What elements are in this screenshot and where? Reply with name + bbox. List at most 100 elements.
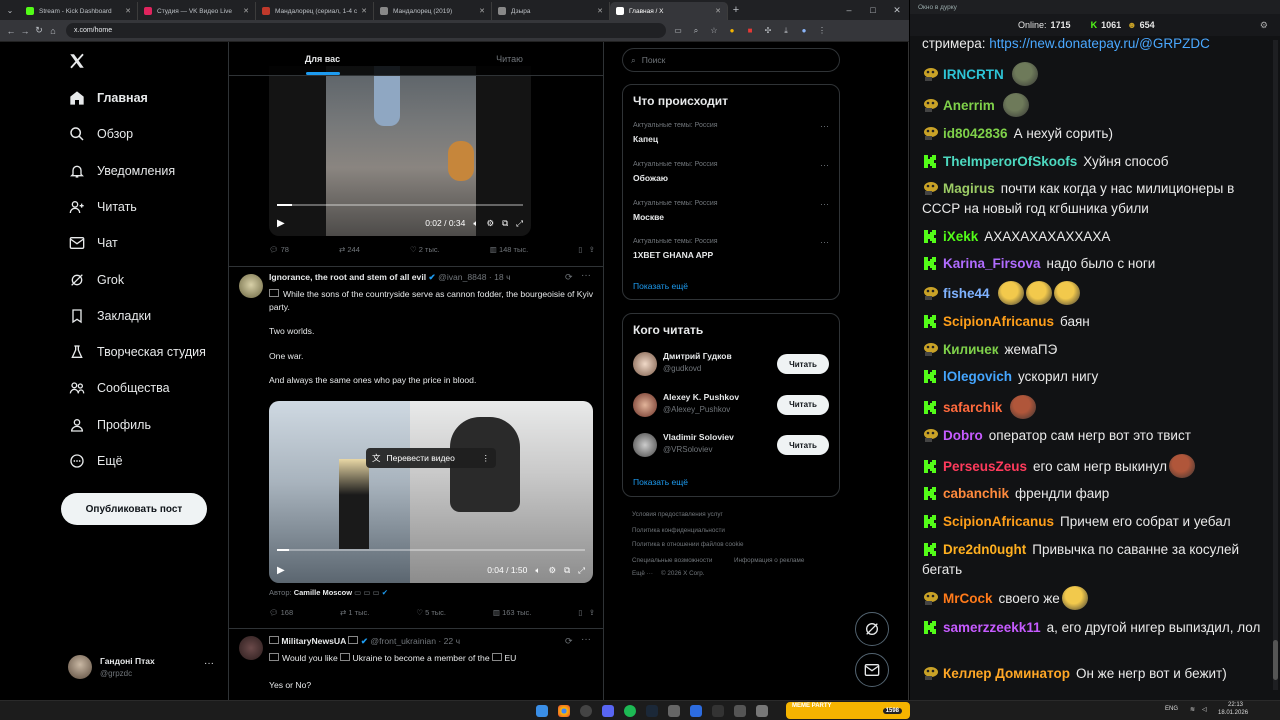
minimize-button[interactable]: –	[837, 5, 861, 15]
trend-item[interactable]: Актуальные темы: Россия Обожаю ···	[623, 160, 839, 197]
grok-fab[interactable]	[855, 612, 889, 646]
chat-username[interactable]: cabanchik	[943, 486, 1009, 501]
nav-item[interactable]: Главная	[68, 89, 148, 107]
tab-for-you[interactable]: Для вас	[229, 42, 416, 75]
tab-following[interactable]: Читаю	[416, 42, 603, 75]
star-icon[interactable]: ☆	[708, 25, 720, 37]
chat-username[interactable]: TheImperorOfSkoofs	[943, 154, 1077, 169]
bookmark-icon[interactable]: ▯	[578, 245, 582, 254]
obs-icon[interactable]	[580, 705, 592, 717]
nav-item[interactable]: Профиль	[68, 416, 151, 434]
follow-button[interactable]: Читать	[777, 354, 829, 374]
volume-icon[interactable]: ◁	[1202, 706, 1207, 713]
chat-username[interactable]: Magirus	[943, 181, 995, 196]
footer-link[interactable]: Политика в отношении файлов cookie	[632, 541, 744, 548]
tweet-video-1[interactable]: ▶ 0:02 / 0:34 🔈︎ ⚙ ⧉ ⤢	[269, 66, 531, 236]
more-dots-icon[interactable]: ···	[820, 160, 829, 170]
chat-username[interactable]: IRNCRTN	[943, 67, 1004, 82]
browser-tab[interactable]: Дзыра ✕	[492, 2, 610, 20]
retweet-button[interactable]: ⇄ 1 тыс.	[340, 608, 369, 617]
tweet-more-icon[interactable]: ···	[581, 634, 591, 645]
nav-item[interactable]: Обзор	[68, 125, 133, 143]
donate-link[interactable]: https://new.donatepay.ru/@GRPZDC	[989, 36, 1210, 51]
chat-username[interactable]: fishe44	[943, 286, 990, 301]
bookmark-icon[interactable]: ▯	[578, 608, 582, 617]
tab-close-icon[interactable]: ✕	[243, 7, 249, 15]
tray-lang[interactable]: ENG	[1165, 706, 1178, 712]
chat-username[interactable]: id8042836	[943, 126, 1008, 141]
volume-icon[interactable]: 🔈︎	[535, 565, 540, 576]
follow-suggestion[interactable]: Vladimir Soloviev @VRSoloviev Читать	[623, 431, 839, 467]
wifi-icon[interactable]: ≋	[1190, 706, 1195, 713]
trends-show-more[interactable]: Показать ещё	[633, 281, 688, 291]
chat-username[interactable]: MrCock	[943, 591, 993, 606]
share-icon[interactable]: ⇪	[589, 608, 595, 617]
follow-button[interactable]: Читать	[777, 394, 829, 415]
nav-item[interactable]: Закладки	[68, 307, 151, 325]
who-show-more[interactable]: Показать ещё	[633, 477, 688, 487]
extension-icon[interactable]: ●	[726, 25, 738, 37]
zoom-icon[interactable]: ⌕	[690, 25, 702, 37]
install-icon[interactable]: ▭	[672, 25, 684, 37]
new-tab-button[interactable]: +	[728, 4, 744, 16]
play-icon[interactable]: ▶	[277, 565, 285, 576]
views-button[interactable]: ▥ 163 тыс.	[493, 608, 531, 617]
tab-close-icon[interactable]: ✕	[125, 7, 131, 15]
follow-button[interactable]: Читать	[777, 435, 829, 455]
tweet-more-icon[interactable]: ···	[581, 270, 591, 281]
video-progress[interactable]	[277, 204, 523, 206]
browser-tab[interactable]: Stream - Kick Dashboard ✕	[20, 2, 138, 20]
menu-icon[interactable]: ⋮	[816, 25, 828, 37]
pip-icon[interactable]: ⧉	[502, 218, 508, 229]
forward-icon[interactable]: →	[18, 26, 32, 36]
play-icon[interactable]: ▶	[277, 218, 285, 229]
tab-close-icon[interactable]: ✕	[715, 7, 721, 15]
reload-icon[interactable]: ↻	[32, 25, 46, 36]
settings-icon[interactable]: ⚙	[486, 218, 494, 229]
chat-username[interactable]: safarchik	[943, 400, 1002, 415]
settings-icon[interactable]: ⚙	[548, 565, 556, 576]
nav-item[interactable]: Творческая студия	[68, 343, 206, 361]
translate-video-button[interactable]: 文 Перевести видео ⋮	[366, 448, 496, 468]
back-icon[interactable]: ←	[4, 26, 18, 36]
chat-username[interactable]: Karina_Firsova	[943, 256, 1041, 271]
close-window-button[interactable]: ✕	[885, 5, 909, 16]
app-icon[interactable]	[668, 705, 680, 717]
tweet-author[interactable]: MilitaryNewsUA	[281, 636, 346, 646]
chat-username[interactable]: Anerrim	[943, 98, 995, 113]
tweet-handle[interactable]: @front_ukrainian	[370, 636, 436, 646]
chat-username[interactable]: ScipionAfricanus	[943, 514, 1054, 529]
chat-username[interactable]: PerseusZeus	[943, 459, 1027, 474]
more-dots-icon[interactable]: ···	[820, 121, 829, 131]
nav-item[interactable]: Сообщества	[68, 379, 170, 397]
chat-username[interactable]: Dre2dn0ught	[943, 542, 1026, 557]
steam-icon[interactable]	[646, 705, 658, 717]
follow-suggestion[interactable]: Alexey K. Pushkov @Alexey_Pushkov Читать	[623, 391, 839, 427]
chat-username[interactable]: lOlegovich	[943, 369, 1012, 384]
app-icon-5[interactable]	[756, 705, 768, 717]
fullscreen-icon[interactable]: ⤢	[516, 218, 523, 229]
nav-item[interactable]: Читать	[68, 198, 137, 216]
chrome-icon[interactable]	[558, 705, 570, 717]
views-button[interactable]: ▥ 148 тыс.	[490, 245, 528, 254]
browser-tab[interactable]: Мандалорец (2019) ✕	[374, 2, 492, 20]
search-input[interactable]: ⌕ Поиск	[622, 48, 840, 72]
grok-icon[interactable]: ⟳	[565, 272, 573, 283]
footer-link[interactable]: Условия предоставления услуг	[632, 511, 723, 518]
reply-button[interactable]: 💬︎ 78	[269, 245, 289, 254]
volume-icon[interactable]: 🔈︎	[473, 218, 478, 229]
discord-icon[interactable]	[602, 705, 614, 717]
more-dots-icon[interactable]: ···	[820, 237, 829, 247]
chat-username[interactable]: Dobro	[943, 428, 983, 443]
nav-item[interactable]: Уведомления	[68, 162, 175, 180]
footer-link[interactable]: Политика конфиденциальности	[632, 527, 725, 534]
extensions-puzzle-icon[interactable]: ✣	[762, 25, 774, 37]
credit-name[interactable]: Camille Moscow	[294, 588, 352, 597]
footer-link[interactable]: Ещё ···	[632, 570, 653, 577]
trend-item[interactable]: Актуальные темы: Россия Москве ···	[623, 199, 839, 236]
tweet-handle[interactable]: @ivan_8848	[438, 272, 486, 282]
chat-scrollbar[interactable]	[1273, 40, 1278, 690]
browser-tab[interactable]: Мандалорец (сериал, 1-4 сез...✕	[256, 2, 374, 20]
follow-suggestion[interactable]: Дмитрий Гудков @gudkovd Читать	[623, 350, 839, 386]
chat-username[interactable]: Киличек	[943, 342, 999, 357]
